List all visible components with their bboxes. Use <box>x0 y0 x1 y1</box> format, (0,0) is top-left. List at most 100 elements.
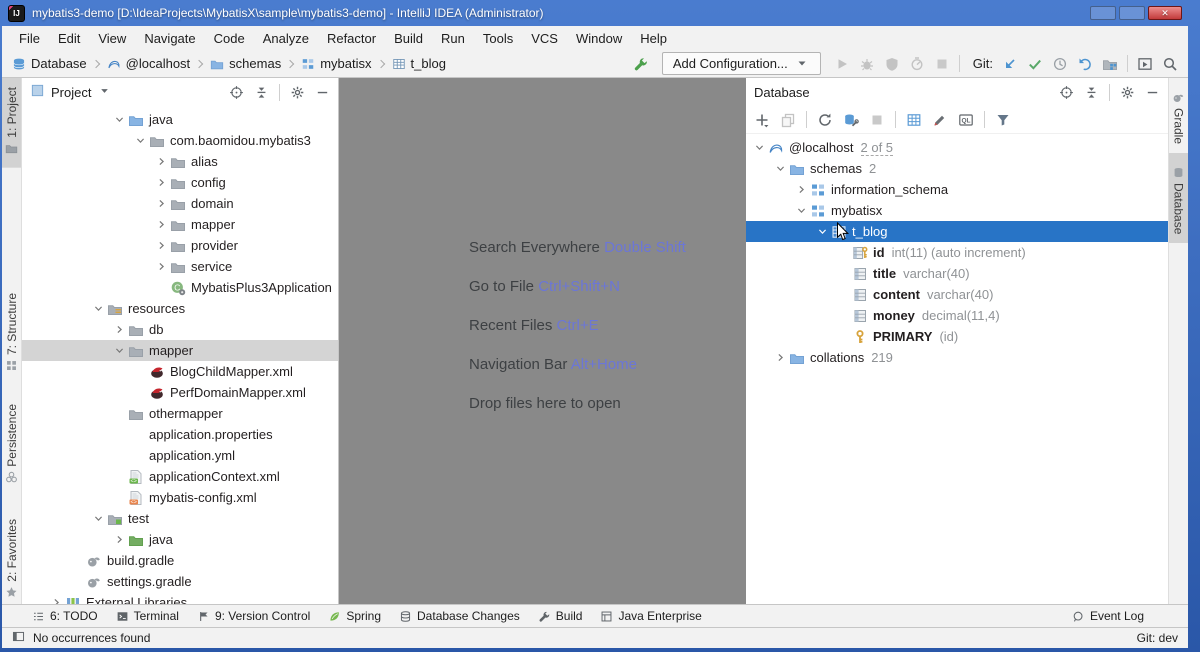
project-tree-item-mapper[interactable]: mapper <box>22 340 338 361</box>
database-tree-item-content[interactable]: content varchar(40) <box>746 284 1168 305</box>
toolwindow-tab-gradle[interactable]: Gradle <box>1169 78 1188 153</box>
console-run-button[interactable] <box>1137 56 1153 72</box>
toolwindow-button-terminal[interactable]: Terminal <box>116 609 179 623</box>
menu-run[interactable]: Run <box>432 29 474 48</box>
expand-toggle[interactable] <box>814 225 831 238</box>
git-update-button[interactable] <box>1002 56 1018 72</box>
project-tree-item-domain[interactable]: domain <box>22 193 338 214</box>
breadcrumb-item-database[interactable]: Database <box>12 56 87 71</box>
toolwindow-button-6-todo[interactable]: 6: TODO <box>32 609 98 623</box>
maximize-window-button[interactable] <box>1119 6 1145 20</box>
search-button[interactable] <box>1162 56 1178 72</box>
toolwindow-tab-7-structure[interactable]: 7: Structure <box>2 284 21 385</box>
menu-edit[interactable]: Edit <box>49 29 89 48</box>
expand-toggle[interactable] <box>90 302 107 315</box>
rollback-button[interactable] <box>1077 56 1093 72</box>
breadcrumb-item-schemas[interactable]: schemas <box>210 56 281 71</box>
project-tree-item-config[interactable]: config <box>22 172 338 193</box>
history-button[interactable] <box>1052 56 1068 72</box>
expand-toggle[interactable] <box>111 323 128 336</box>
database-tree-item-mybatisx[interactable]: mybatisx <box>746 200 1168 221</box>
project-tree-item-provider[interactable]: provider <box>22 235 338 256</box>
target-button[interactable] <box>1059 85 1074 100</box>
gear-button[interactable] <box>1120 85 1135 100</box>
project-tree-item-java[interactable]: java <box>22 529 338 550</box>
project-tree-item-perfdomainmapper-xml[interactable]: PerfDomainMapper.xml <box>22 382 338 403</box>
expand-toggle[interactable] <box>793 204 810 217</box>
expand-toggle[interactable] <box>153 239 170 252</box>
expand-toggle[interactable] <box>90 512 107 525</box>
toolwindow-button-event-log[interactable]: Event Log <box>1072 609 1144 623</box>
menu-tools[interactable]: Tools <box>474 29 522 48</box>
toolwindow-tab-database[interactable]: Database <box>1169 153 1188 244</box>
project-tree-item-db[interactable]: db <box>22 319 338 340</box>
expand-toggle[interactable] <box>111 113 128 126</box>
breadcrumb-item-t-blog[interactable]: t_blog <box>392 56 446 71</box>
project-tree-item-test[interactable]: test <box>22 508 338 529</box>
toolwindow-button-spring[interactable]: Spring <box>328 609 381 623</box>
project-tree-item-alias[interactable]: alias <box>22 151 338 172</box>
project-tree-item-blogchildmapper-xml[interactable]: BlogChildMapper.xml <box>22 361 338 382</box>
toolwindow-tab-2-favorites[interactable]: 2: Favorites <box>2 510 21 604</box>
breadcrumb-item-mybatisx[interactable]: mybatisx <box>301 56 372 71</box>
expand-toggle[interactable] <box>153 176 170 189</box>
project-tree-item-mapper[interactable]: mapper <box>22 214 338 235</box>
win-toggle-icon[interactable] <box>12 630 25 643</box>
expand-toggle[interactable] <box>772 351 789 364</box>
menu-window[interactable]: Window <box>567 29 631 48</box>
project-tree-item-com-baomidou-mybatis3[interactable]: com.baomidou.mybatis3 <box>22 130 338 151</box>
toolwindow-button-9-version-control[interactable]: 9: Version Control <box>197 609 310 623</box>
expand-toggle[interactable] <box>153 218 170 231</box>
expand-toggle[interactable] <box>793 183 810 196</box>
expand-toggle[interactable] <box>48 596 65 604</box>
target-button[interactable] <box>229 85 244 100</box>
expand-toggle[interactable] <box>153 155 170 168</box>
expand-toggle[interactable] <box>153 197 170 210</box>
proj-structure-button[interactable] <box>1102 56 1118 72</box>
project-tree-item-settings-gradle[interactable]: settings.gradle <box>22 571 338 592</box>
grid-blue-button[interactable] <box>906 112 922 128</box>
expand-toggle[interactable] <box>751 141 768 154</box>
pencil-button[interactable] <box>932 112 948 128</box>
database-tree-item-primary[interactable]: PRIMARY (id) <box>746 326 1168 347</box>
toolwindow-tab-persistence[interactable]: Persistence <box>2 395 21 497</box>
toolwindow-button-build[interactable]: Build <box>538 609 582 623</box>
project-panel-title[interactable]: Project <box>51 85 91 100</box>
expand-toggle[interactable] <box>111 533 128 546</box>
expand-toggle[interactable] <box>111 344 128 357</box>
menu-navigate[interactable]: Navigate <box>135 29 204 48</box>
funnel-button[interactable] <box>995 112 1011 128</box>
menu-view[interactable]: View <box>89 29 135 48</box>
project-tree-item-application-properties[interactable]: application.properties <box>22 424 338 445</box>
toolwindow-button-java-enterprise[interactable]: Java Enterprise <box>600 609 702 623</box>
database-tree-item-id[interactable]: id int(11) (auto increment) <box>746 242 1168 263</box>
menu-code[interactable]: Code <box>205 29 254 48</box>
expand-toggle[interactable] <box>132 134 149 147</box>
expand-toggle[interactable] <box>153 260 170 273</box>
project-tree-item-java[interactable]: java <box>22 109 338 130</box>
expand-toggle[interactable] <box>772 162 789 175</box>
collapse-all-button[interactable] <box>254 85 269 100</box>
database-tree-item-localhost[interactable]: @localhost 2 of 5 <box>746 137 1168 158</box>
database-tree-item-collations[interactable]: collations 219 <box>746 347 1168 368</box>
database-tree-item-money[interactable]: money decimal(11,4) <box>746 305 1168 326</box>
stop-gray-button[interactable] <box>869 112 885 128</box>
database-tree-item-t-blog[interactable]: t_blog <box>746 221 1168 242</box>
database-tree-item-information-schema[interactable]: information_schema <box>746 179 1168 200</box>
project-tree-item-service[interactable]: service <box>22 256 338 277</box>
add-configuration-button[interactable]: Add Configuration... <box>661 52 821 75</box>
menu-build[interactable]: Build <box>385 29 432 48</box>
menu-analyze[interactable]: Analyze <box>254 29 318 48</box>
database-tree-item-schemas[interactable]: schemas 2 <box>746 158 1168 179</box>
db-wrench-button[interactable] <box>843 112 859 128</box>
project-tree-item-mybatisplus3application[interactable]: C MybatisPlus3Application <box>22 277 338 298</box>
close-window-button[interactable]: ✕ <box>1148 6 1182 20</box>
gear-button[interactable] <box>290 85 305 100</box>
menu-refactor[interactable]: Refactor <box>318 29 385 48</box>
git-branch-widget[interactable]: Git: dev <box>1137 631 1178 645</box>
project-tree-item-othermapper[interactable]: othermapper <box>22 403 338 424</box>
minus-button[interactable] <box>315 85 330 100</box>
breadcrumb-item-localhost[interactable]: @localhost <box>107 56 190 71</box>
toolwindow-tab-1-project[interactable]: 1: Project <box>2 78 21 168</box>
menu-help[interactable]: Help <box>631 29 676 48</box>
